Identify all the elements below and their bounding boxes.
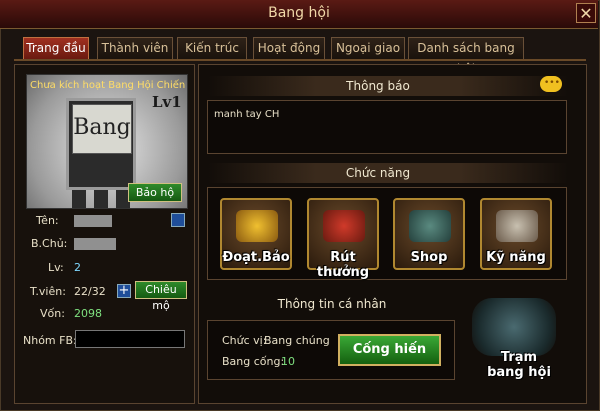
add-member-icon[interactable]: + [117,284,131,298]
contribute-button[interactable]: Cống hiến [338,334,441,366]
banner-tassel [72,190,86,208]
feature-label-doat-bao[interactable]: Đoạt.Bảo [216,250,296,265]
funds-label: Vốn: [40,307,65,320]
tab-thanh-vien[interactable]: Thành viên [97,37,173,59]
close-icon[interactable]: ✕ [576,3,596,23]
level-badge: Lv1 [152,93,182,111]
level-value: 2 [74,261,81,274]
edit-icon[interactable] [171,213,185,227]
protect-button[interactable]: Bảo hộ [128,183,182,202]
notice-text: manh tay CH [214,109,280,120]
recruit-button[interactable]: Chiêu mộ [135,281,187,312]
treasure-pot-icon [236,210,278,242]
emblem-status-text: Chưa kích hoạt Bang Hội Chiến [30,80,186,91]
banner-text: Bang [72,104,132,154]
funds-value: 2098 [74,307,102,320]
personal-heading: Thông tin cá nhân [277,297,387,311]
leader-label: B.Chủ: [31,237,68,250]
tab-kien-truc[interactable]: Kiến trúc [177,37,247,59]
tab-underline [14,59,586,61]
name-label: Tên: [36,214,59,227]
station-label-line1: Trạm [500,350,538,365]
position-value: Bang chúng [264,334,330,347]
fb-group-label: Nhóm FB: [23,334,77,347]
leader-value [74,238,116,250]
name-value [74,215,112,227]
contribution-value: 10 [281,355,295,368]
tab-hoat-dong[interactable]: Hoạt động [253,37,325,59]
station-label-line2: bang hội [487,365,551,380]
chat-dots: ••• [544,78,560,88]
position-label: Chức vị: [222,334,267,347]
fb-group-input[interactable] [75,330,185,348]
functions-heading: Chức năng [345,166,411,180]
tab-ngoai-giao[interactable]: Ngoại giao [331,37,405,59]
reward-chest-icon [323,210,365,242]
guild-station-icon[interactable] [472,298,556,356]
contribution-label: Bang cống: [222,355,285,368]
banner-tassel [94,190,108,208]
tab-trang-dau[interactable]: Trang đầu [23,37,89,59]
skill-palace-icon [496,210,538,242]
tab-danh-sach-bang-hoi[interactable]: Danh sách bang hội [408,37,524,76]
guild-station-label[interactable]: Trạm bang hội [474,350,564,380]
level-label: Lv: [48,261,64,274]
members-value: 22/32 [74,285,106,298]
feature-label-rut-thuong[interactable]: Rút thưởng [303,250,383,280]
shop-building-icon [409,210,451,242]
title-bar: Bang hội [0,0,598,29]
feature-label-ky-nang[interactable]: Kỹ năng [476,250,556,265]
feature-label-shop[interactable]: Shop [389,250,469,265]
notice-heading: Thông báo [346,79,410,93]
window-title: Bang hội [268,5,330,21]
members-label: T.viên: [30,285,66,298]
